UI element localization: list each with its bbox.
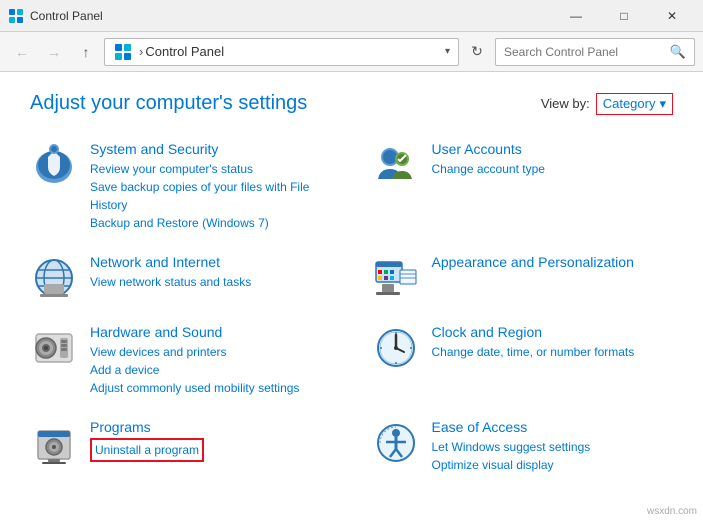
clock-region-name[interactable]: Clock and Region [432,324,674,340]
network-internet-name[interactable]: Network and Internet [90,254,332,270]
category-hardware-sound: Hardware and Sound View devices and prin… [30,318,332,403]
network-internet-text: Network and Internet View network status… [90,254,332,291]
user-accounts-link-1[interactable]: Change account type [432,160,674,178]
category-programs: Programs Uninstall a program [30,413,332,480]
system-security-text: System and Security Review your computer… [90,141,332,232]
watermark: wsxdn.com [647,506,697,517]
ease-of-access-icon [372,419,420,467]
hardware-sound-link-2[interactable]: Add a device [90,361,332,379]
view-by-label: View by: [541,96,590,111]
network-internet-link-1[interactable]: View network status and tasks [90,273,332,291]
system-security-icon [30,141,78,189]
close-button[interactable]: ✕ [649,0,695,32]
clock-region-text: Clock and Region Change date, time, or n… [432,324,674,361]
refresh-button[interactable]: ↻ [463,38,491,66]
hardware-sound-icon [30,324,78,372]
system-security-link-1[interactable]: Review your computer's status [90,160,332,178]
address-dropdown-arrow: ▾ [445,46,450,57]
user-accounts-icon [372,141,420,189]
search-icon[interactable]: 🔍 [670,44,686,60]
page-title: Adjust your computer's settings [30,92,307,115]
programs-name[interactable]: Programs [90,419,332,435]
programs-text: Programs Uninstall a program [90,419,332,462]
hardware-sound-text: Hardware and Sound View devices and prin… [90,324,332,397]
hardware-sound-link-3[interactable]: Adjust commonly used mobility settings [90,379,332,397]
hardware-sound-link-1[interactable]: View devices and printers [90,343,332,361]
page-header: Adjust your computer's settings View by:… [30,92,673,115]
address-separator: › [139,44,143,59]
ease-of-access-link-2[interactable]: Optimize visual display [432,456,674,474]
search-box[interactable]: 🔍 [495,38,695,66]
clock-region-icon [372,324,420,372]
appearance-text: Appearance and Personalization [432,254,674,273]
category-appearance: Appearance and Personalization [372,248,674,308]
back-button[interactable]: ← [8,38,36,66]
addressbar: ← → ↑ › Control Panel ▾ ↻ 🔍 [0,32,703,72]
forward-button[interactable]: → [40,38,68,66]
category-ease-of-access: Ease of Access Let Windows suggest setti… [372,413,674,480]
category-clock-region: Clock and Region Change date, time, or n… [372,318,674,403]
view-by-control: View by: Category ▾ [541,93,673,115]
address-path-icon [113,42,133,62]
titlebar-controls: — □ ✕ [553,0,695,32]
search-input[interactable] [504,45,670,59]
view-by-value: Category [603,96,656,111]
user-accounts-name[interactable]: User Accounts [432,141,674,157]
maximize-button[interactable]: □ [601,0,647,32]
system-security-link-3[interactable]: Backup and Restore (Windows 7) [90,214,332,232]
address-text: Control Panel [145,44,224,59]
category-network-internet: Network and Internet View network status… [30,248,332,308]
system-security-link-2[interactable]: Save backup copies of your files with Fi… [90,178,332,214]
ease-of-access-link-1[interactable]: Let Windows suggest settings [432,438,674,456]
user-accounts-text: User Accounts Change account type [432,141,674,178]
category-user-accounts: User Accounts Change account type [372,135,674,238]
hardware-sound-name[interactable]: Hardware and Sound [90,324,332,340]
titlebar-icon [8,8,24,24]
main-content: Adjust your computer's settings View by:… [0,72,703,521]
ease-of-access-name[interactable]: Ease of Access [432,419,674,435]
clock-region-link-1[interactable]: Change date, time, or number formats [432,343,674,361]
ease-of-access-text: Ease of Access Let Windows suggest setti… [432,419,674,474]
programs-icon [30,419,78,467]
address-path[interactable]: › Control Panel ▾ [104,38,459,66]
programs-link-uninstall[interactable]: Uninstall a program [90,438,204,462]
minimize-button[interactable]: — [553,0,599,32]
appearance-name[interactable]: Appearance and Personalization [432,254,674,270]
up-button[interactable]: ↑ [72,38,100,66]
view-by-arrow: ▾ [659,96,666,112]
titlebar: Control Panel — □ ✕ [0,0,703,32]
network-internet-icon [30,254,78,302]
categories-grid: System and Security Review your computer… [30,135,673,480]
view-by-dropdown[interactable]: Category ▾ [596,93,673,115]
titlebar-title: Control Panel [30,9,553,23]
category-system-security: System and Security Review your computer… [30,135,332,238]
system-security-name[interactable]: System and Security [90,141,332,157]
appearance-icon [372,254,420,302]
